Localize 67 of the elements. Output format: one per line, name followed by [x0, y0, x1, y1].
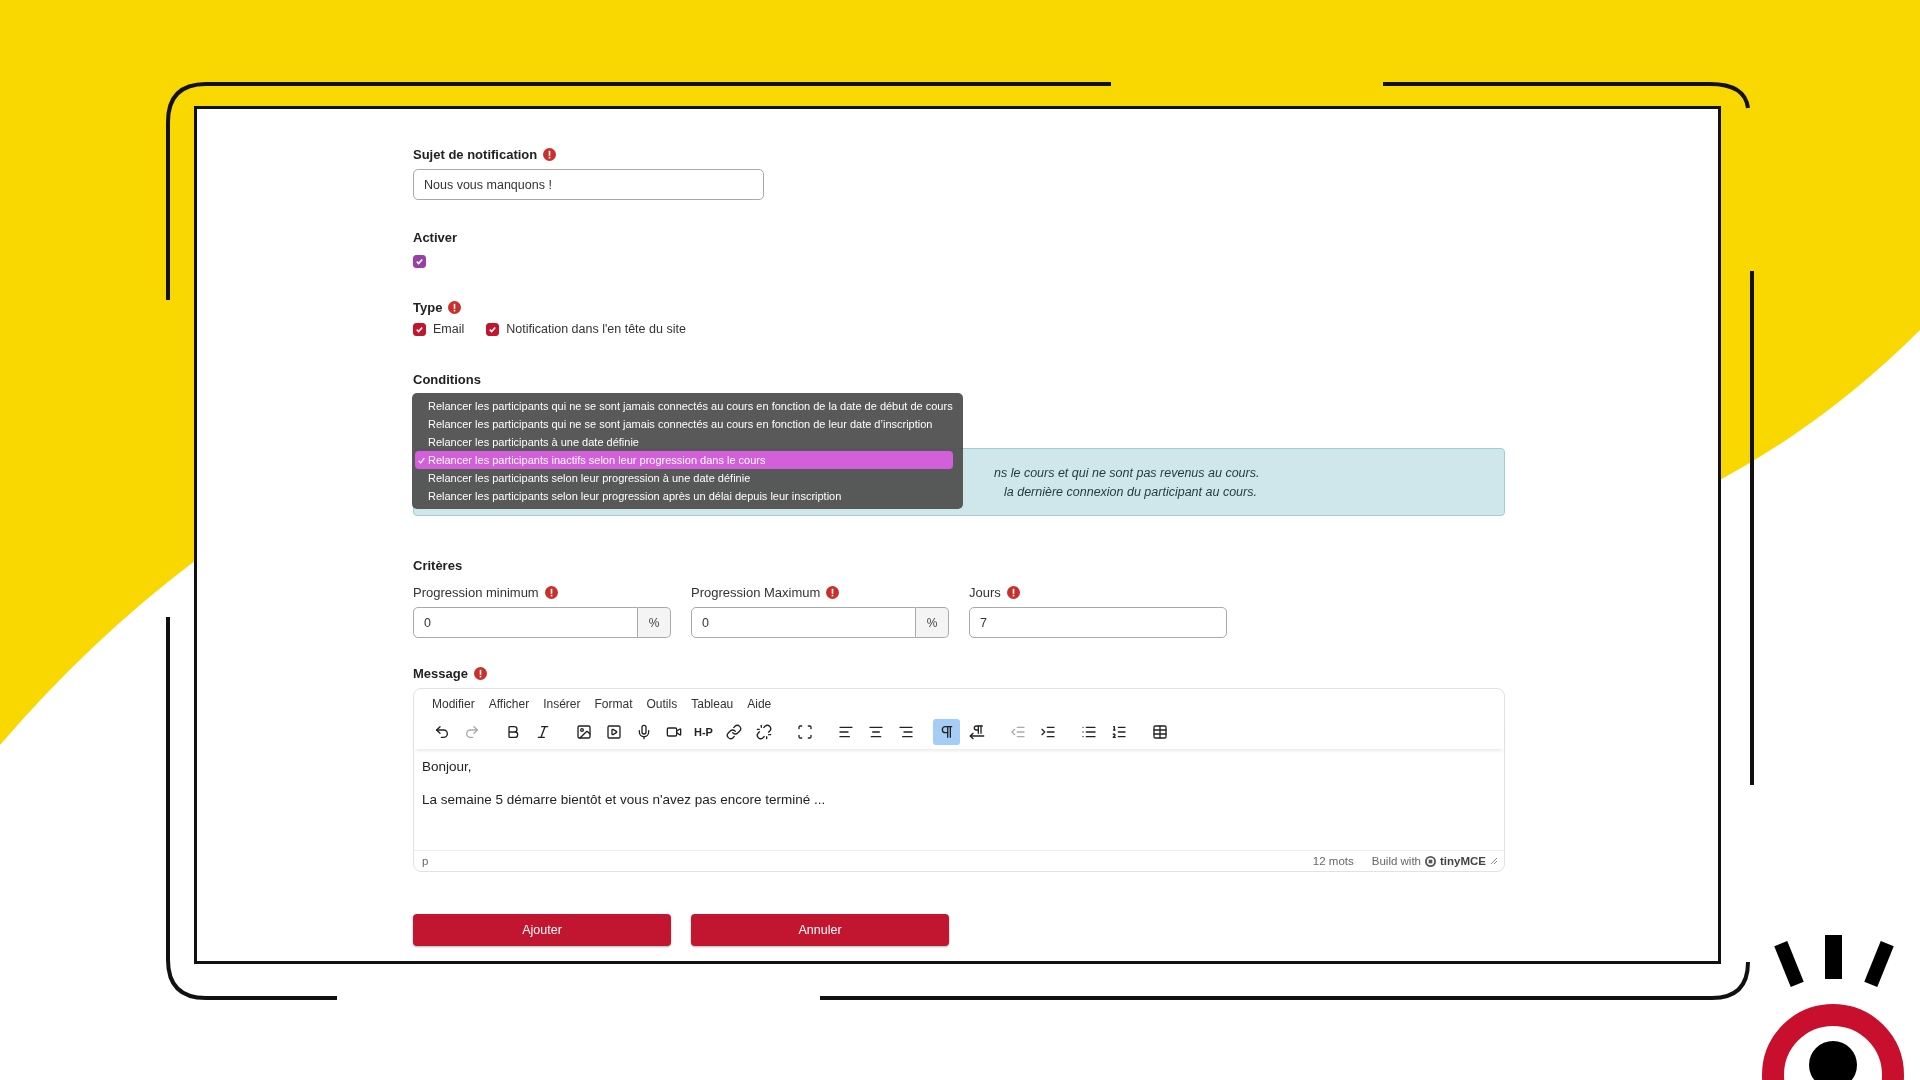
- table-icon: [1151, 724, 1168, 740]
- dropdown-option[interactable]: Relancer les participants qui ne se sont jamais connectés au cours en fonction de leur date d’inscription: [415, 415, 953, 433]
- type-checkbox[interactable]: [486, 322, 500, 336]
- dropdown-option[interactable]: Relancer les participants selon leur progression après un délai depuis leur inscription: [415, 487, 953, 505]
- link-icon: [725, 724, 742, 740]
- align-center-icon: [867, 724, 884, 740]
- word-count: 12 mots: [1312, 855, 1354, 867]
- unlink-icon: [755, 724, 772, 740]
- number-field[interactable]: 0: [413, 607, 638, 638]
- bullet-list-icon: [1080, 724, 1097, 740]
- field-label: Jours: [969, 585, 1001, 600]
- field-label: Activer: [413, 230, 458, 245]
- action-button[interactable]: Ajouter: [413, 914, 671, 946]
- fullscreen-icon: [796, 724, 813, 740]
- numbered-list-icon: [1110, 724, 1127, 740]
- outdent-icon: [1009, 724, 1026, 740]
- h5p-button[interactable]: H-P: [690, 719, 717, 745]
- dropdown-option[interactable]: Relancer les participants à une date définie: [415, 433, 953, 451]
- field-label: Message: [413, 666, 468, 681]
- resize-handle-icon[interactable]: [1490, 857, 1498, 865]
- check-icon: [415, 257, 424, 266]
- brand-name: tinyMCE: [1440, 855, 1486, 867]
- info-text: ns le cours et qui ne sont pas revenus au cours.: [994, 465, 1260, 480]
- element-path: p: [422, 855, 429, 867]
- editor-menu-item[interactable]: Afficher: [488, 697, 530, 715]
- action-button[interactable]: Annuler: [691, 914, 949, 946]
- check-icon: [415, 324, 424, 334]
- editor-menu-item[interactable]: Tableau: [691, 697, 734, 715]
- editor-menu-item[interactable]: Modifier: [432, 697, 475, 715]
- activate-checkbox[interactable]: [413, 255, 426, 268]
- editor-menu-item[interactable]: Outils: [646, 697, 678, 715]
- field-label: Progression minimum: [413, 585, 539, 600]
- dropdown-option[interactable]: Relancer les participants selon leur progression à une date définie: [415, 469, 953, 487]
- redo-icon: [463, 724, 480, 740]
- logo-icon: [1425, 855, 1436, 867]
- unit-addon: %: [638, 607, 671, 638]
- video-camera-icon: [665, 724, 682, 740]
- align-left-icon: [837, 724, 854, 740]
- pilcrow-left-icon: [968, 724, 985, 740]
- field-label: Sujet de notification: [413, 147, 538, 162]
- align-right-icon: [897, 724, 914, 740]
- image-icon: [575, 724, 592, 740]
- editor-menu-item[interactable]: Format: [594, 697, 633, 715]
- section-label: Critères: [413, 558, 463, 573]
- type-checkbox[interactable]: [413, 322, 426, 336]
- checkbox-label: Email: [433, 322, 465, 336]
- field-label: Type: [413, 300, 443, 315]
- field-label: Progression Maximum: [691, 585, 821, 600]
- play-icon: [605, 724, 622, 740]
- editor-menu-item[interactable]: Aide: [747, 697, 772, 715]
- subject-field[interactable]: Nous vous manquons !: [413, 169, 764, 200]
- indent-icon: [1039, 724, 1056, 740]
- number-field[interactable]: 7: [969, 607, 1227, 638]
- editor-menu-item[interactable]: Insérer: [543, 697, 581, 715]
- dropdown-option[interactable]: Relancer les participants qui ne se sont jamais connectés au cours en fonction de la date de début de cours: [415, 397, 953, 415]
- editor-paragraph: Bonjour,: [422, 759, 473, 774]
- check-icon: [418, 456, 425, 464]
- undo-icon: [433, 724, 450, 740]
- editor-paragraph: La semaine 5 démarre bientôt et vous n'avez pas encore terminé ...: [422, 792, 827, 807]
- info-text: la dernière connexion du participant au cours.: [1004, 484, 1257, 499]
- check-icon: [488, 324, 498, 334]
- number-field[interactable]: 0: [691, 607, 916, 638]
- field-label: Conditions: [413, 372, 481, 387]
- unit-addon: %: [916, 607, 949, 638]
- branding-text: Build with: [1371, 855, 1421, 867]
- toolbar-button[interactable]: [933, 719, 960, 745]
- checkbox-label: Notification dans l'en tête du site: [506, 322, 686, 336]
